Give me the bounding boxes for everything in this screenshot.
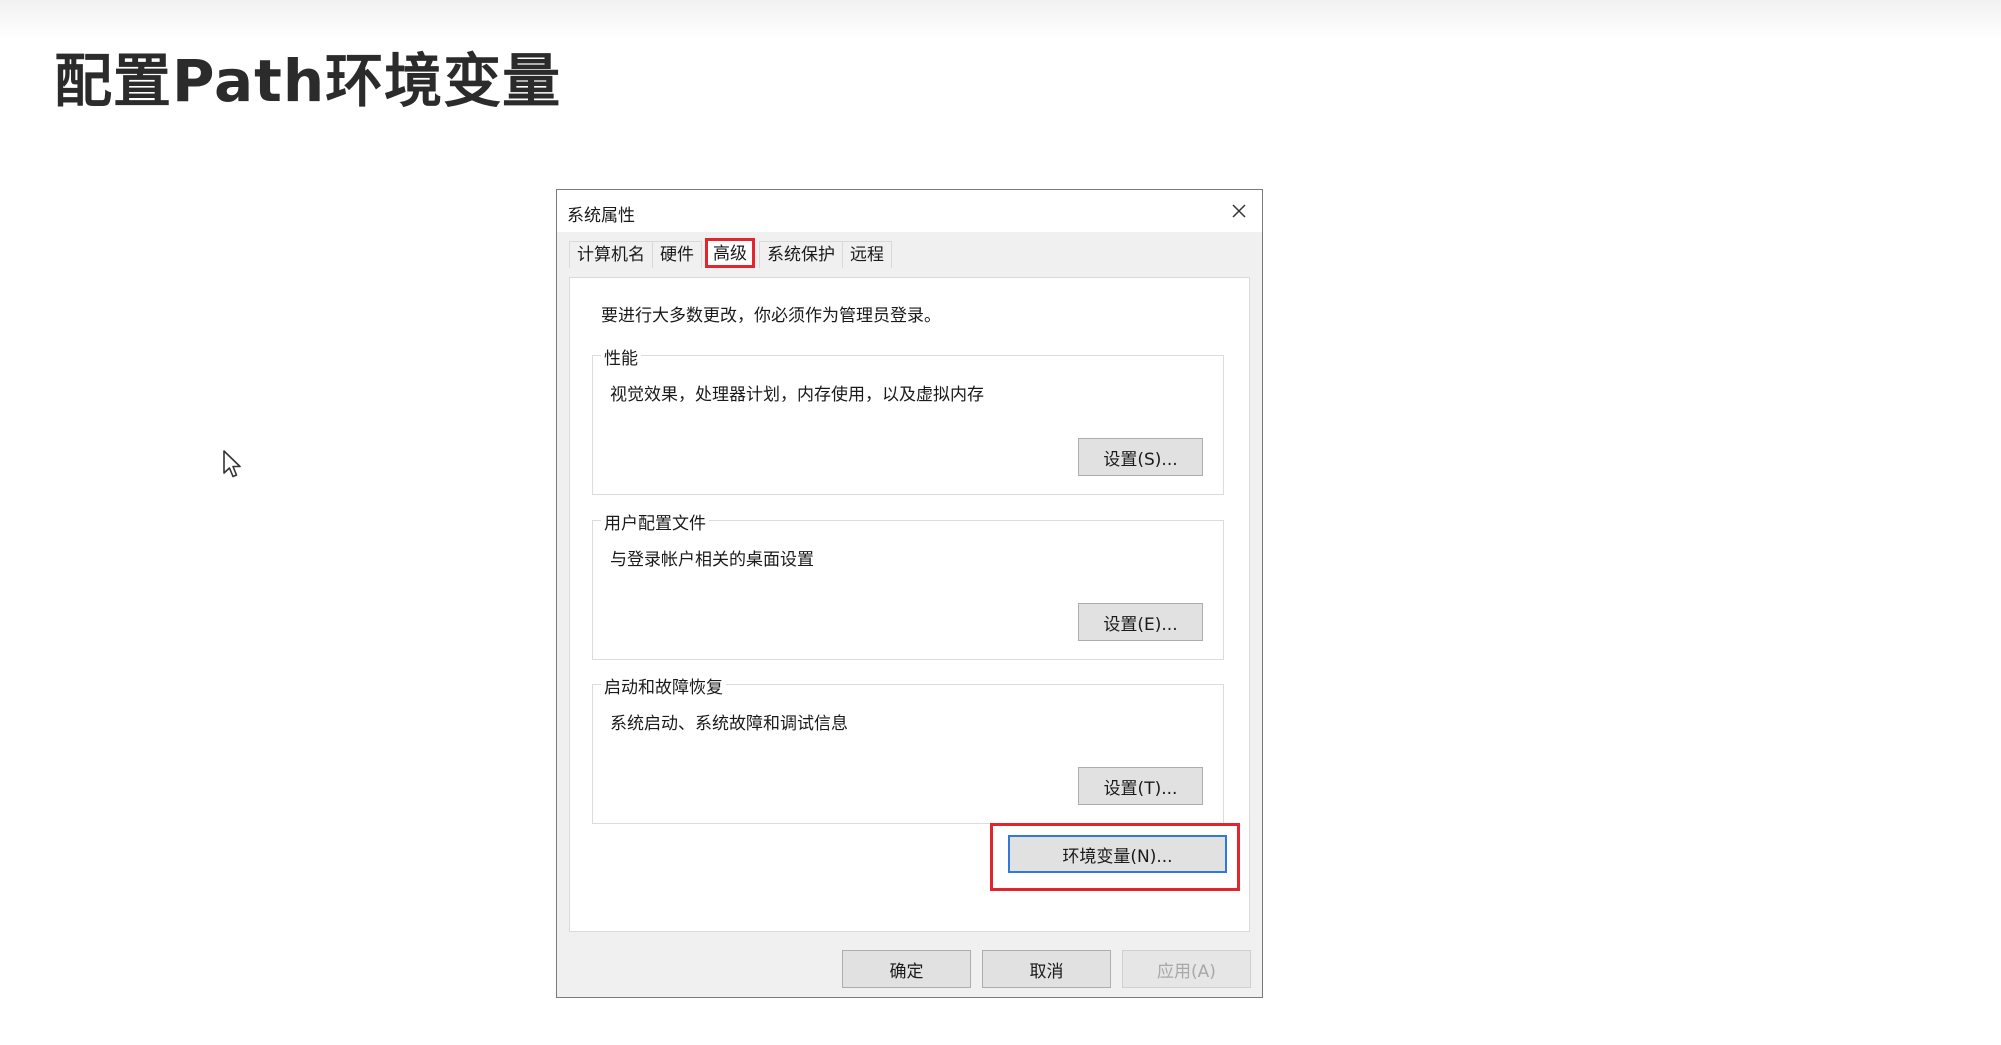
ok-button[interactable]: 确定 <box>842 950 971 988</box>
cancel-button[interactable]: 取消 <box>982 950 1111 988</box>
tab-advanced[interactable]: 高级 <box>705 238 755 268</box>
performance-group: 性能 视觉效果，处理器计划，内存使用，以及虚拟内存 设置(S)... <box>592 344 1224 495</box>
tab-hardware[interactable]: 硬件 <box>652 241 702 268</box>
user-profiles-description: 与登录帐户相关的桌面设置 <box>610 550 814 570</box>
startup-recovery-settings-button[interactable]: 设置(T)... <box>1078 767 1203 805</box>
user-profiles-group: 用户配置文件 与登录帐户相关的桌面设置 设置(E)... <box>592 509 1224 660</box>
dialog-titlebar: 系统属性 <box>557 190 1262 232</box>
tab-bar: 计算机名 硬件 高级 系统保护 远程 <box>569 238 892 269</box>
user-profiles-settings-button[interactable]: 设置(E)... <box>1078 603 1203 641</box>
startup-recovery-description: 系统启动、系统故障和调试信息 <box>610 714 848 734</box>
apply-button[interactable]: 应用(A) <box>1122 950 1251 988</box>
user-profiles-label: 用户配置文件 <box>601 509 709 534</box>
performance-settings-button[interactable]: 设置(S)... <box>1078 438 1203 476</box>
tab-computer-name[interactable]: 计算机名 <box>569 241 653 268</box>
advanced-tab-panel: 要进行大多数更改，你必须作为管理员登录。 性能 视觉效果，处理器计划，内存使用，… <box>569 277 1250 932</box>
mouse-cursor-icon <box>223 450 241 478</box>
environment-variables-button[interactable]: 环境变量(N)... <box>1008 835 1227 873</box>
close-button[interactable] <box>1222 195 1256 227</box>
dialog-title: 系统属性 <box>567 206 635 226</box>
tab-remote[interactable]: 远程 <box>842 241 892 268</box>
startup-recovery-label: 启动和故障恢复 <box>601 673 726 698</box>
admin-note: 要进行大多数更改，你必须作为管理员登录。 <box>601 306 941 326</box>
startup-recovery-group: 启动和故障恢复 系统启动、系统故障和调试信息 设置(T)... <box>592 673 1224 824</box>
close-icon <box>1232 204 1246 218</box>
system-properties-dialog: 系统属性 计算机名 硬件 高级 系统保护 远程 要进行大多数更改，你必须作为管理… <box>556 189 1263 998</box>
performance-description: 视觉效果，处理器计划，内存使用，以及虚拟内存 <box>610 385 984 405</box>
tab-system-protection[interactable]: 系统保护 <box>759 241 843 268</box>
performance-label: 性能 <box>601 344 641 369</box>
slide-title: 配置Path环境变量 <box>54 47 562 115</box>
